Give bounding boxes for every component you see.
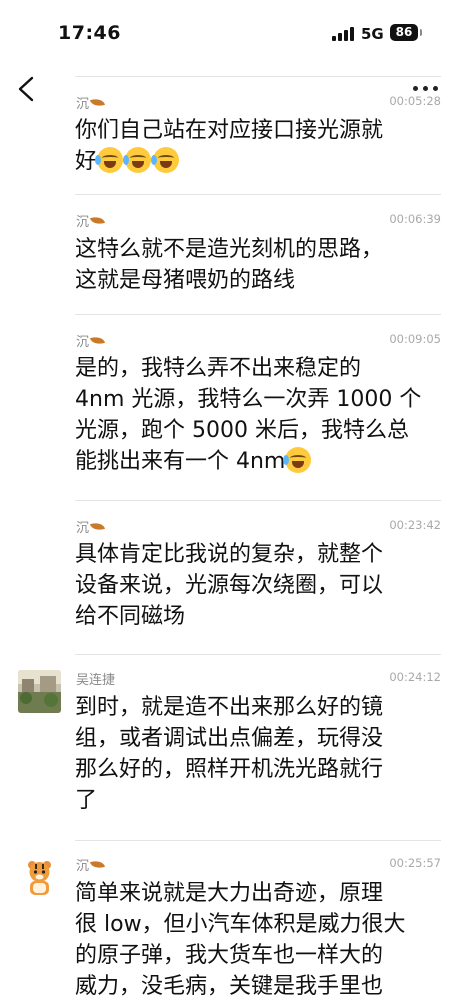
message-time: 00:09:05	[389, 332, 441, 346]
signal-icon	[332, 27, 354, 41]
emoji-cry-laugh-icon	[151, 147, 180, 173]
status-bar: 17:46 5G 86	[0, 0, 461, 62]
message-item: 沉 00:05:28 你们自己站在对应接口接光源就 好	[0, 76, 461, 194]
network-type: 5G	[361, 25, 384, 43]
message-item: 沉 00:06:39 这特么就不是造光刻机的思路， 这就是母猪喂奶的路线	[0, 194, 461, 314]
leaf-icon	[89, 96, 106, 109]
message-time: 00:25:57	[389, 856, 441, 870]
divider	[75, 500, 441, 501]
message-text: 你们自己站在对应接口接光源就 好	[75, 118, 384, 174]
message-text: 是的，我特么弄不出来稳定的 4nm 光源，我特么一次弄 1000 个 光源，跑个…	[75, 356, 422, 474]
tiger-avatar-icon	[18, 856, 61, 899]
divider	[75, 654, 441, 655]
sender-name: 沉	[76, 211, 106, 230]
divider	[75, 840, 441, 841]
message-item: 沉 00:25:57 简单来说就是大力出奇迹，原理 很 low，但小汽车体积是威…	[0, 840, 461, 1000]
divider	[75, 194, 441, 195]
message-time: 00:06:39	[389, 212, 441, 226]
battery-tip	[420, 29, 422, 36]
message-text: 简单来说就是大力出奇迹，原理 很 low，但小汽车体积是威力很大 的原子弹，我大…	[75, 881, 406, 999]
message-text: 具体肯定比我说的复杂，就整个 设备来说，光源每次绕圈，可以 给不同磁场	[75, 542, 384, 629]
message-item: 沉 00:23:42 具体肯定比我说的复杂，就整个 设备来说，光源每次绕圈，可以…	[0, 500, 461, 654]
leaf-icon	[89, 520, 106, 533]
emoji-cry-laugh-icon	[283, 447, 312, 473]
message-time: 00:24:12	[389, 670, 441, 684]
leaf-icon	[89, 858, 106, 871]
message-item: 吴连捷 00:24:12 到时，就是造不出来那么好的镜 组，或者调试出点偏差，玩…	[0, 654, 461, 840]
battery-icon: 86	[390, 24, 418, 41]
leaf-icon	[89, 214, 106, 227]
emoji-cry-laugh-icon	[95, 147, 124, 173]
sender-name: 沉	[76, 93, 106, 112]
sender-name: 吴连捷	[76, 673, 116, 688]
divider	[75, 314, 441, 315]
message-text: 到时，就是造不出来那么好的镜 组，或者调试出点偏差，玩得没 那么好的，照样开机洗…	[75, 695, 384, 813]
message-time: 00:23:42	[389, 518, 441, 532]
sender-name: 沉	[76, 517, 106, 536]
sender-name: 沉	[76, 331, 106, 350]
leaf-icon	[89, 334, 106, 347]
avatar[interactable]	[18, 856, 61, 899]
message-text: 这特么就不是造光刻机的思路， 这就是母猪喂奶的路线	[75, 237, 384, 293]
avatar[interactable]	[18, 670, 61, 713]
sender-name: 沉	[76, 855, 106, 874]
emoji-cry-laugh-icon	[123, 147, 152, 173]
message-time: 00:05:28	[389, 94, 441, 108]
message-item: 沉 00:09:05 是的，我特么弄不出来稳定的 4nm 光源，我特么一次弄 1…	[0, 314, 461, 500]
avatar-photo	[18, 670, 61, 713]
divider	[75, 76, 441, 77]
status-time: 17:46	[58, 22, 121, 44]
